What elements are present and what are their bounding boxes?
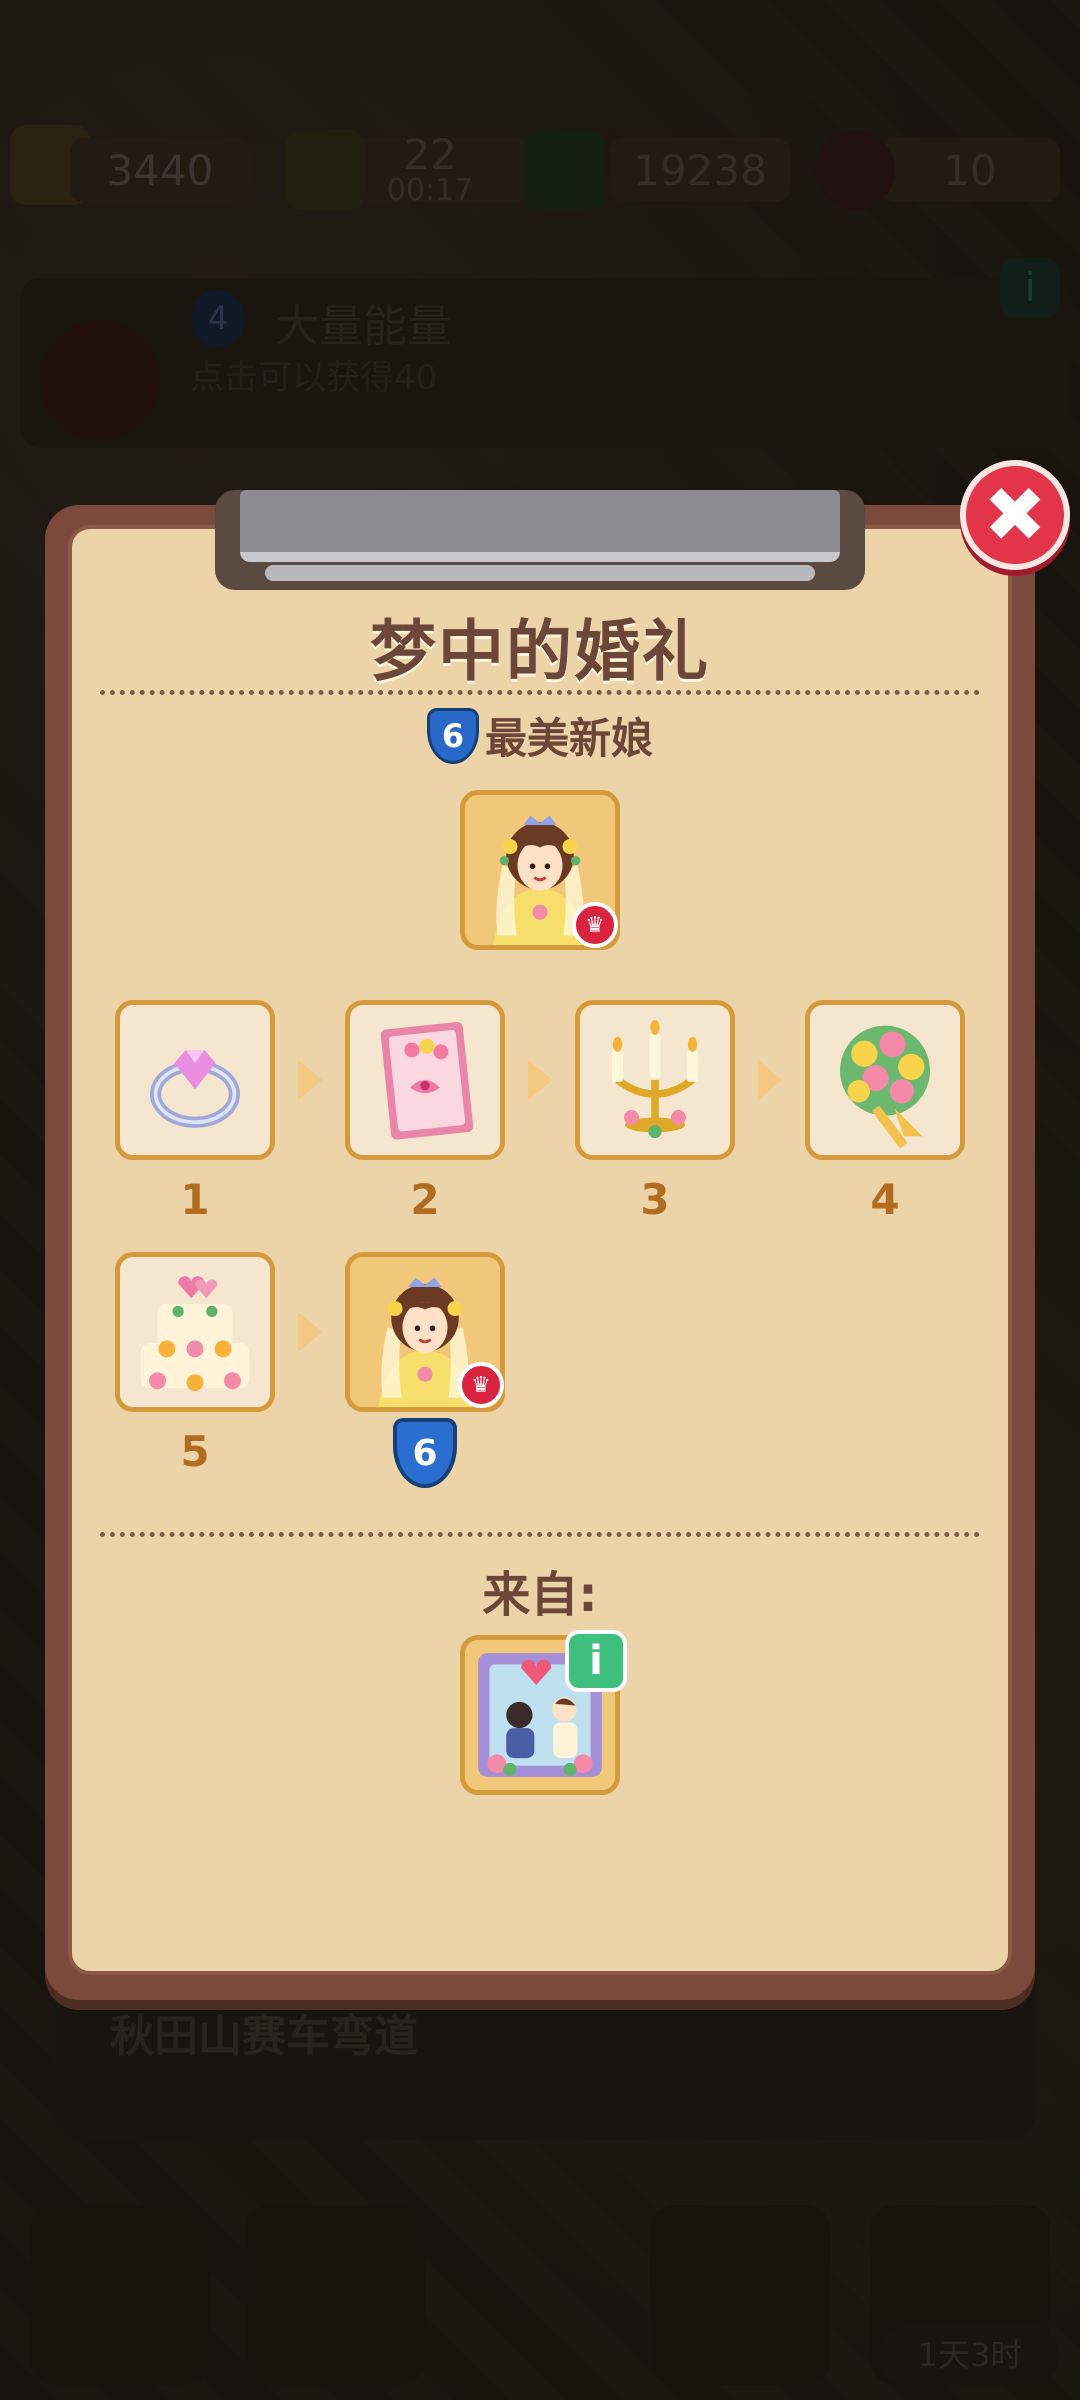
source-info-button[interactable]: i	[565, 1630, 627, 1692]
bouquet-icon	[840, 1025, 930, 1149]
divider-bottom	[100, 1532, 980, 1537]
invitation-card-icon	[380, 1021, 474, 1140]
clipboard-clip-plate	[240, 490, 840, 562]
wedding-cake-icon	[140, 1276, 250, 1392]
crown-badge-icon: ♛	[458, 1362, 504, 1408]
chain-number-2: 2	[410, 1175, 440, 1224]
clipboard-clip-bar	[265, 565, 815, 581]
candelabra-icon	[611, 1020, 699, 1139]
ring-icon	[150, 1050, 240, 1128]
info-icon: i	[589, 1638, 603, 1684]
arrow-icon	[528, 1060, 552, 1100]
level-shield-icon: 6	[426, 707, 479, 764]
crown-badge-icon: ♛	[572, 902, 618, 948]
source-label: 来自:	[482, 1567, 598, 1623]
chain-item-3[interactable]	[575, 1000, 735, 1160]
close-button[interactable]: ✖	[960, 460, 1070, 570]
chain-item-4[interactable]	[805, 1000, 965, 1160]
chain-item-2[interactable]	[345, 1000, 505, 1160]
chain-item-1[interactable]	[115, 1000, 275, 1160]
chain-number-1: 1	[180, 1175, 210, 1224]
arrow-icon	[298, 1312, 322, 1352]
arrow-icon	[758, 1060, 782, 1100]
chain-number-3: 3	[640, 1175, 670, 1224]
target-item-header: 6 最美新娘	[0, 705, 1080, 766]
target-item-name: 最美新娘	[484, 714, 653, 763]
divider-top	[100, 690, 980, 695]
chain-number-4: 4	[870, 1175, 900, 1224]
close-icon: ✖	[983, 470, 1047, 559]
chain-item-5[interactable]	[115, 1252, 275, 1412]
chain-number-5: 5	[180, 1427, 210, 1476]
arrow-icon	[298, 1060, 322, 1100]
dialog-title: 梦中的婚礼	[370, 613, 710, 690]
